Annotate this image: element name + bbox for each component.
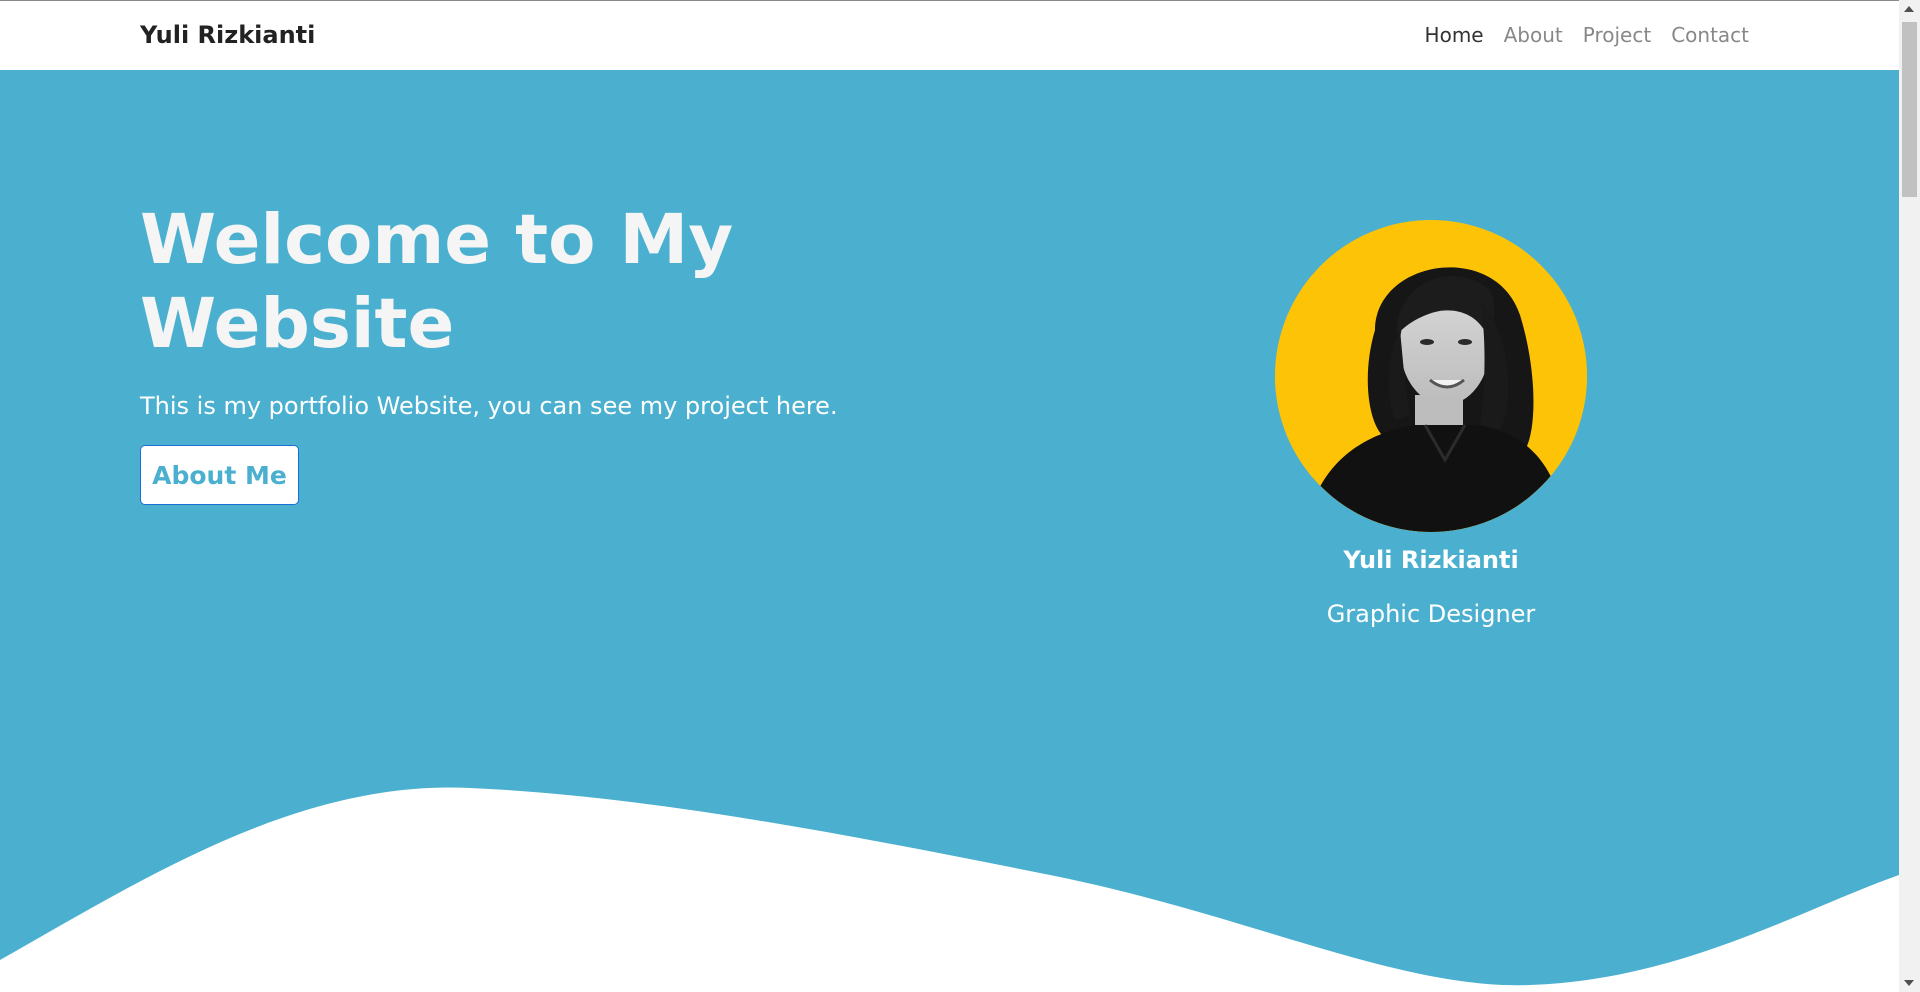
navbar: Yuli Rizkianti Home About Project Contac… [0, 0, 1899, 70]
navbar-brand[interactable]: Yuli Rizkianti [140, 21, 315, 49]
profile-photo [1275, 220, 1587, 532]
profile-card: Yuli Rizkianti Graphic Designer [1275, 220, 1587, 628]
profile-name: Yuli Rizkianti [1343, 546, 1519, 574]
about-me-button[interactable]: About Me [140, 445, 299, 505]
nav-link-about[interactable]: About [1504, 23, 1563, 47]
nav-link-project[interactable]: Project [1583, 23, 1651, 47]
hero-section: Welcome to My Website This is my portfol… [0, 70, 1899, 992]
hero-title: Welcome to My Website [140, 200, 734, 364]
page: Yuli Rizkianti Home About Project Contac… [0, 0, 1920, 992]
profile-role: Graphic Designer [1326, 600, 1536, 628]
scroll-down-arrow-icon[interactable] [1904, 980, 1914, 986]
nav-links: Home About Project Contact [1425, 23, 1749, 47]
vertical-scrollbar[interactable] [1899, 0, 1920, 992]
scrollbar-thumb[interactable] [1902, 22, 1917, 197]
nav-link-home[interactable]: Home [1425, 23, 1484, 47]
hero-subtitle: This is my portfolio Website, you can se… [140, 392, 838, 420]
nav-link-contact[interactable]: Contact [1671, 23, 1749, 47]
scroll-up-arrow-icon[interactable] [1904, 6, 1914, 12]
